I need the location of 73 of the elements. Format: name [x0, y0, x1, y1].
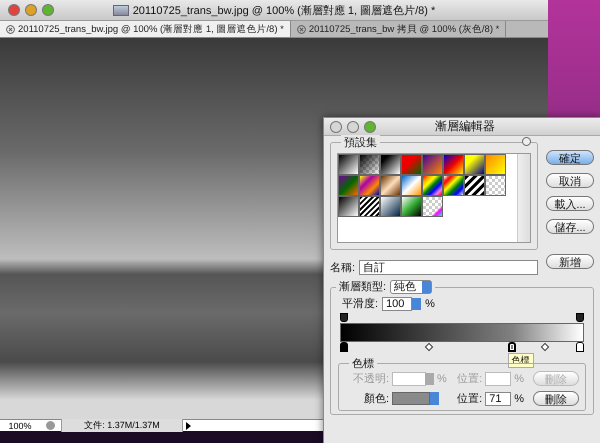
field-label: 平滑度:	[342, 296, 378, 311]
gradient-swatch[interactable]	[485, 175, 506, 196]
name-field[interactable]: 自訂	[359, 260, 538, 275]
gradient-swatch[interactable]	[422, 175, 443, 196]
position-field[interactable]: 71	[485, 392, 512, 406]
info-icon[interactable]	[46, 421, 55, 430]
gradient-swatch[interactable]	[422, 196, 443, 217]
position-field[interactable]	[485, 372, 512, 386]
delete-button[interactable]: 刪除	[533, 391, 579, 406]
color-swatch[interactable]	[392, 392, 430, 405]
midpoint-marker[interactable]	[424, 342, 433, 352]
field-label: 名稱:	[330, 261, 356, 275]
gradient-swatch[interactable]	[359, 175, 380, 196]
field-label: 漸層類型:	[339, 280, 386, 294]
opacity-stop[interactable]	[340, 313, 348, 322]
gradient-swatch[interactable]	[401, 196, 422, 217]
unit-label: %	[514, 372, 524, 384]
gradient-swatch[interactable]	[380, 175, 401, 196]
gradient-swatch[interactable]	[401, 154, 422, 175]
gradient-swatch[interactable]	[359, 196, 380, 217]
gradient-bar[interactable]	[340, 323, 584, 342]
play-arrow-icon[interactable]	[186, 422, 191, 430]
close-button[interactable]	[8, 4, 20, 16]
dialog-button[interactable]: 取消	[546, 173, 594, 188]
group-label: 預設集	[341, 135, 380, 150]
gradient-swatch[interactable]	[338, 175, 359, 196]
file-size-info: 文件: 1.37M/1.37M	[61, 419, 183, 432]
field-label: 不透明:	[352, 372, 389, 386]
zoom-button[interactable]	[42, 4, 54, 16]
midpoint-marker[interactable]	[541, 342, 550, 352]
close-icon[interactable]	[296, 24, 306, 34]
gradient-swatch[interactable]	[380, 154, 401, 175]
gradient-swatch[interactable]	[464, 154, 485, 175]
zoom-button[interactable]	[364, 120, 376, 132]
color-stop[interactable]	[340, 342, 348, 352]
gradient-swatch[interactable]	[464, 175, 485, 196]
gradient-swatch[interactable]	[338, 154, 359, 175]
scrollbar[interactable]	[517, 154, 530, 242]
close-icon[interactable]	[6, 24, 15, 34]
minimize-button[interactable]	[25, 4, 37, 16]
field-label: 位置:	[457, 372, 482, 386]
gradient-swatch[interactable]	[443, 154, 464, 175]
gradient-swatch[interactable]	[338, 196, 359, 217]
gradient-swatch[interactable]	[422, 154, 443, 175]
dialog-button[interactable]: 儲存...	[546, 219, 594, 234]
dialog-button[interactable]: 確定	[546, 150, 594, 165]
type-dropdown[interactable]: 純色	[390, 280, 432, 294]
zoom-level[interactable]: 100%	[0, 420, 40, 430]
gradient-swatch[interactable]	[401, 175, 422, 196]
field-label: 位置:	[457, 392, 482, 406]
gradient-swatch[interactable]	[359, 154, 380, 175]
gradient-swatch[interactable]	[485, 154, 506, 175]
new-button[interactable]: 新增	[546, 254, 594, 269]
unit-label: %	[514, 392, 524, 404]
dialog-title: 漸層編輯器	[434, 118, 496, 135]
document-tab[interactable]: 20110725_trans_bw 拷貝 @ 100% (灰色/8) *	[290, 21, 506, 37]
gradient-swatch[interactable]	[380, 196, 401, 217]
window-title: 20110725_trans_bw.jpg @ 100% (漸層對應 1, 圖層遮色片/8) *	[132, 4, 436, 18]
close-button[interactable]	[330, 120, 342, 132]
unit-label: %	[437, 372, 447, 384]
minimize-button[interactable]	[347, 120, 359, 132]
field-label: 顏色:	[362, 392, 389, 406]
opacity-field[interactable]	[392, 372, 426, 386]
dialog-button[interactable]: 載入...	[546, 196, 594, 211]
opacity-stop[interactable]	[576, 313, 584, 322]
unit-label: %	[425, 298, 435, 310]
smoothness-field[interactable]: 100	[382, 296, 412, 310]
color-stop[interactable]	[576, 342, 584, 352]
document-tab[interactable]: 20110725_trans_bw.jpg @ 100% (漸層對應 1, 圖層遮色片/8) *	[0, 21, 291, 37]
document-icon	[112, 4, 129, 16]
color-stop[interactable]	[508, 342, 516, 352]
group-label: 色標	[349, 356, 377, 371]
gradient-swatch[interactable]	[443, 175, 464, 196]
